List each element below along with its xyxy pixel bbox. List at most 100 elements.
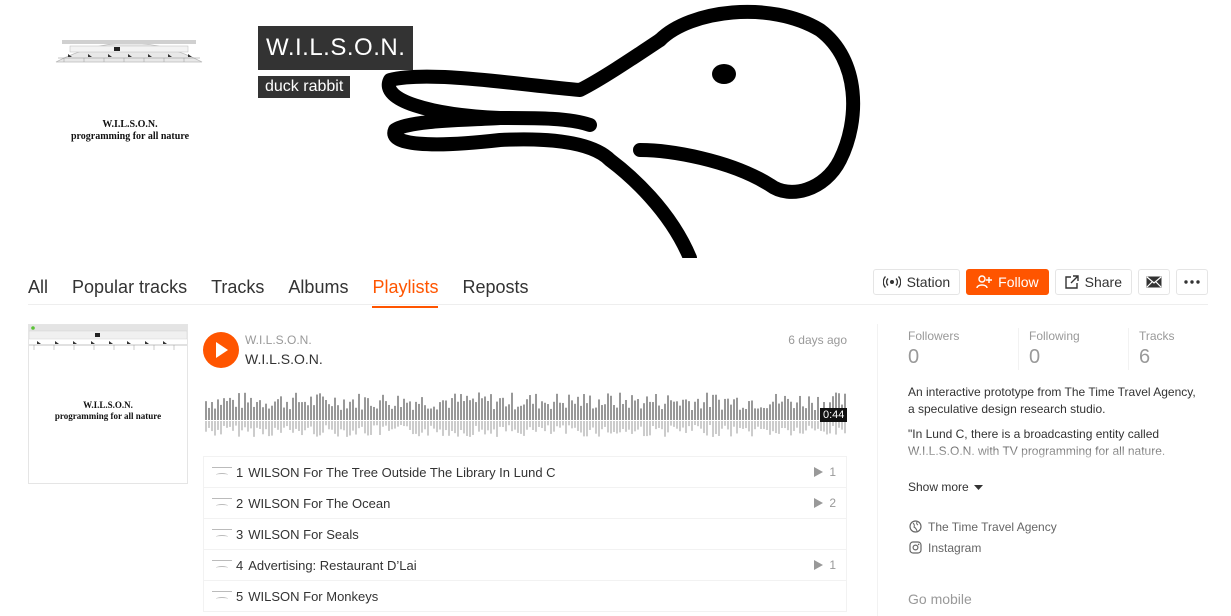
waveform-bar	[721, 409, 723, 420]
waveform-bar	[556, 393, 558, 420]
waveform-reflection-bar	[430, 421, 432, 426]
sidebar-divider	[877, 324, 878, 616]
waveform-reflection-bar	[307, 421, 309, 428]
waveform-reflection-bar	[286, 421, 288, 427]
avatar-caption: W.I.L.S.O.N. programming for all nature	[40, 119, 220, 143]
waveform-bar	[763, 407, 765, 420]
waveform-reflection-bar	[535, 421, 537, 432]
waveform-bar	[523, 404, 525, 420]
waveform-reflection-bar	[322, 421, 324, 433]
waveform-reflection-bar	[499, 421, 501, 427]
waveform-bar	[379, 400, 381, 420]
waveform-reflection-bar	[730, 421, 732, 437]
waveform-reflection-bar	[232, 421, 234, 431]
waveform-bar	[727, 398, 729, 420]
show-more-button[interactable]: Show more	[908, 480, 983, 494]
waveform-reflection-bar	[427, 421, 429, 436]
waveform-bar	[484, 396, 486, 420]
avatar-caption-title: W.I.L.S.O.N.	[102, 119, 158, 130]
track-row[interactable]: 3 WILSON For Seals	[203, 519, 847, 550]
stat-following[interactable]: Following 0	[1018, 328, 1128, 370]
play-count-icon	[814, 560, 824, 570]
track-row[interactable]: 5 WILSON For Monkeys	[203, 581, 847, 612]
waveform-reflection-bar	[559, 421, 561, 428]
tab-reposts[interactable]: Reposts	[462, 270, 528, 306]
waveform-bar	[652, 402, 654, 420]
waveform-reflection-bar	[733, 421, 735, 427]
waveform-reflection-bar	[838, 421, 840, 428]
waveform-bar	[265, 403, 267, 420]
waveform-bar	[598, 399, 600, 420]
follow-button[interactable]: Follow	[966, 269, 1049, 295]
link-time-travel-agency[interactable]: The Time Travel Agency	[909, 516, 1057, 537]
tab-tracks[interactable]: Tracks	[211, 270, 264, 306]
track-thumbnail	[212, 559, 232, 571]
waveform-bar	[436, 409, 438, 420]
waveform-reflection-bar	[328, 421, 330, 430]
waveform-bar	[388, 404, 390, 420]
waveform-bar	[805, 408, 807, 420]
waveform-reflection-bar	[610, 421, 612, 434]
waveform-reflection-bar	[670, 421, 672, 426]
tab-all[interactable]: All	[28, 270, 48, 306]
waveform-bar	[382, 394, 384, 420]
waveform[interactable]	[205, 386, 847, 438]
tab-albums[interactable]: Albums	[288, 270, 348, 306]
editor-window-image	[55, 40, 203, 63]
tab-playlists[interactable]: Playlists	[372, 270, 439, 308]
waveform-reflection-bar	[526, 421, 528, 430]
waveform-bar	[475, 402, 477, 420]
link-instagram[interactable]: Instagram	[909, 537, 1057, 558]
waveform-bar	[373, 406, 375, 420]
waveform-bar	[757, 408, 759, 420]
waveform-bar	[646, 396, 648, 420]
artist-subtitle: duck rabbit	[258, 76, 351, 98]
track-row[interactable]: 2 WILSON For The Ocean 2	[203, 488, 847, 519]
waveform-reflection-bar	[664, 421, 666, 437]
play-button[interactable]	[203, 332, 239, 368]
waveform-bar	[310, 396, 312, 420]
track-row[interactable]: 4 Advertising: Restaurant D’Lai 1	[203, 550, 847, 581]
waveform-bar	[718, 399, 720, 420]
stat-label: Followers	[908, 329, 960, 343]
playlist-artwork[interactable]: W.I.L.S.O.N. programming for all nature	[28, 324, 188, 484]
go-mobile-link[interactable]: Go mobile	[908, 591, 972, 607]
waveform-reflection-bar	[220, 421, 222, 435]
waveform-bar	[298, 402, 300, 420]
share-button[interactable]: Share	[1054, 269, 1132, 295]
waveform-bar	[445, 400, 447, 420]
waveform-bar	[532, 403, 534, 420]
waveform-bar	[349, 401, 351, 420]
waveform-reflection-bar	[487, 421, 489, 431]
station-icon	[882, 276, 901, 288]
tab-popular-tracks[interactable]: Popular tracks	[72, 270, 187, 306]
waveform-reflection-bar	[778, 421, 780, 434]
waveform-reflection-bar	[463, 421, 465, 434]
profile-stats: Followers 0 Following 0 Tracks 6	[908, 328, 1231, 370]
bio-paragraph: An interactive prototype from The Time T…	[908, 385, 1196, 416]
playlist-title[interactable]: W.I.L.S.O.N.	[245, 351, 323, 367]
waveform-bar	[622, 403, 624, 420]
waveform-reflection-bar	[373, 421, 375, 426]
play-count: 1	[829, 465, 836, 479]
playlist-date: 6 days ago	[788, 333, 847, 347]
waveform-bar	[385, 401, 387, 420]
track-title: WILSON For Monkeys	[248, 588, 379, 604]
track-title: WILSON For The Tree Outside The Library …	[248, 464, 556, 480]
waveform-reflection-bar	[415, 421, 417, 434]
message-button[interactable]	[1138, 269, 1170, 295]
waveform-bar	[691, 409, 693, 420]
playlist-user[interactable]: W.I.L.S.O.N.	[245, 333, 312, 347]
link-label: The Time Travel Agency	[928, 519, 1057, 534]
waveform-bar	[253, 406, 255, 420]
more-button[interactable]	[1176, 269, 1208, 295]
waveform-bar	[565, 407, 567, 420]
waveform-reflection-bar	[700, 421, 702, 429]
waveform-reflection-bar	[274, 421, 276, 428]
station-button[interactable]: Station	[872, 269, 961, 295]
waveform-reflection-bar	[385, 421, 387, 426]
stat-tracks[interactable]: Tracks 6	[1128, 328, 1231, 370]
track-row[interactable]: 1 WILSON For The Tree Outside The Librar…	[203, 457, 847, 488]
stat-followers[interactable]: Followers 0	[908, 328, 1018, 370]
ellipsis-icon	[1184, 280, 1200, 284]
